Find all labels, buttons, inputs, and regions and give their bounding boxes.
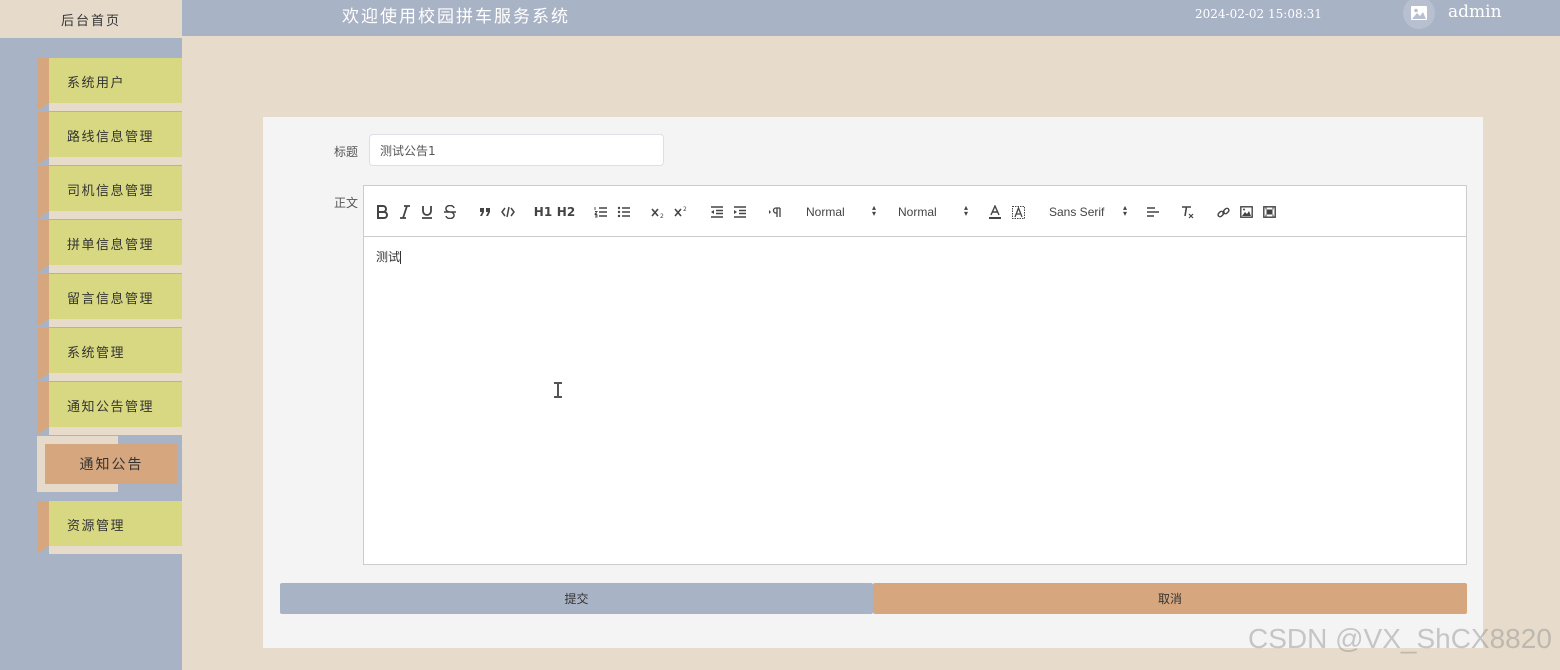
body-label: 正文 xyxy=(334,196,359,210)
text-caret xyxy=(400,251,402,264)
cancel-button[interactable]: 取消 xyxy=(873,583,1467,614)
sidebar-subitem-notice[interactable]: 通知公告 xyxy=(45,444,178,484)
chevron-updown-icon: ▴ ▾ xyxy=(963,203,968,218)
bullet-list-icon[interactable] xyxy=(617,203,631,221)
indent-icon[interactable] xyxy=(733,203,747,221)
sidebar-item-messages[interactable]: 留言信息管理 xyxy=(37,274,182,327)
chevron-updown-icon: ▴ ▾ xyxy=(1122,203,1127,218)
sidebar-item-system-users[interactable]: 系统用户 xyxy=(37,58,182,111)
ordered-list-icon[interactable] xyxy=(594,203,608,221)
blockquote-icon[interactable] xyxy=(478,203,492,221)
editor-toolbar: H1 H2 2 2 Normal ▴ ▾ Normal ▴ ▾ Sans Ser… xyxy=(364,186,1466,237)
header-select[interactable]: Normal ▴ ▾ xyxy=(806,203,876,221)
home-tab[interactable]: 后台首页 xyxy=(0,0,182,38)
link-icon[interactable] xyxy=(1216,203,1230,221)
italic-icon[interactable] xyxy=(398,203,412,221)
current-datetime: 2024-02-02 15:08:31 xyxy=(1195,7,1322,21)
heading-1-icon[interactable]: H1 xyxy=(534,203,552,221)
sidebar-item-label: 系统管理 xyxy=(67,346,126,361)
image-icon xyxy=(1411,6,1427,20)
sidebar-item-label: 资源管理 xyxy=(67,519,126,534)
rich-text-editor: H1 H2 2 2 Normal ▴ ▾ Normal ▴ ▾ Sans Ser… xyxy=(363,185,1467,565)
heading-2-icon[interactable]: H2 xyxy=(557,203,575,221)
sidebar-item-label: 通知公告管理 xyxy=(67,400,155,415)
sidebar-item-label: 拼单信息管理 xyxy=(67,238,155,253)
top-header xyxy=(0,0,1560,36)
sidebar-item-label: 路线信息管理 xyxy=(67,130,155,145)
superscript-icon[interactable]: 2 xyxy=(674,203,688,221)
watermark: CSDN @VX_ShCX8820 xyxy=(1248,623,1552,654)
clear-format-icon[interactable] xyxy=(1181,203,1195,221)
size-select[interactable]: Normal ▴ ▾ xyxy=(898,203,968,221)
sidebar-item-label: 司机信息管理 xyxy=(67,184,155,199)
align-left-icon[interactable] xyxy=(1146,203,1160,221)
system-title: 欢迎使用校园拼车服务系统 xyxy=(342,7,570,27)
sidebar-item-label: 留言信息管理 xyxy=(67,292,155,307)
sidebar-item-driver-info[interactable]: 司机信息管理 xyxy=(37,166,182,219)
strikethrough-icon[interactable] xyxy=(443,203,457,221)
chevron-updown-icon: ▴ ▾ xyxy=(871,203,876,218)
background-color-icon[interactable] xyxy=(1011,203,1025,221)
sidebar-item-route-info[interactable]: 路线信息管理 xyxy=(37,112,182,165)
submit-button[interactable]: 提交 xyxy=(280,583,873,614)
svg-text:2: 2 xyxy=(660,213,664,218)
sidebar-item-resources[interactable]: 资源管理 xyxy=(37,501,182,554)
code-icon[interactable] xyxy=(501,203,515,221)
text-color-icon[interactable] xyxy=(988,203,1002,221)
text-cursor-icon xyxy=(554,382,562,398)
title-label: 标题 xyxy=(334,145,359,159)
sidebar-item-system-management[interactable]: 系统管理 xyxy=(37,328,182,381)
subscript-icon[interactable]: 2 xyxy=(651,203,665,221)
sidebar-item-label: 系统用户 xyxy=(67,76,126,91)
underline-icon[interactable] xyxy=(420,203,434,221)
bold-icon[interactable] xyxy=(375,203,389,221)
title-input[interactable] xyxy=(369,134,664,166)
text-direction-icon[interactable] xyxy=(767,203,783,221)
sidebar-item-carpool-orders[interactable]: 拼单信息管理 xyxy=(37,220,182,273)
insert-image-icon[interactable] xyxy=(1239,203,1253,221)
insert-video-icon[interactable] xyxy=(1262,203,1276,221)
sidebar-item-notice-management[interactable]: 通知公告管理 xyxy=(37,382,182,435)
username[interactable]: admin xyxy=(1448,2,1502,22)
outdent-icon[interactable] xyxy=(710,203,724,221)
font-select[interactable]: Sans Serif ▴ ▾ xyxy=(1049,203,1127,221)
editor-content[interactable]: 测试 xyxy=(364,238,1466,564)
svg-text:2: 2 xyxy=(683,206,687,213)
